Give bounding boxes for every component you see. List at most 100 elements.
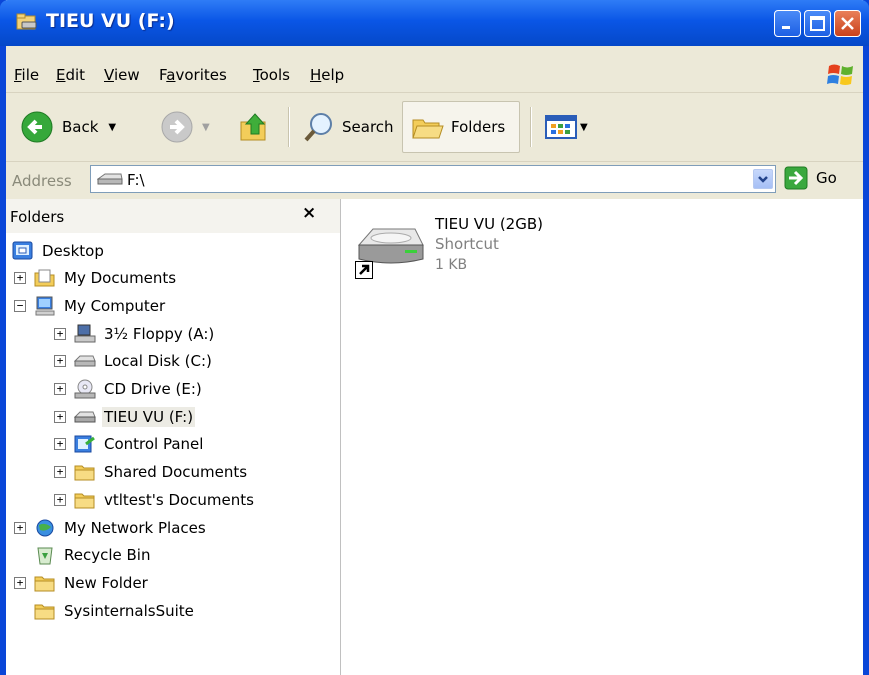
folder-icon: [34, 573, 56, 593]
title-bar[interactable]: TIEU VU (F:): [0, 0, 869, 46]
expand-icon[interactable]: +: [54, 438, 66, 451]
tree-item[interactable]: + TIEU VU (F:): [54, 403, 196, 430]
forward-arrow-icon: [161, 111, 193, 143]
expand-icon[interactable]: +: [54, 355, 66, 368]
file-type: Shortcut: [435, 235, 499, 253]
file-size: 1 KB: [435, 257, 468, 273]
my-computer-icon: [34, 296, 56, 316]
go-label: Go: [816, 169, 837, 187]
removable-drive-icon: [97, 173, 123, 185]
address-value: F:\: [127, 171, 145, 189]
folders-icon: [412, 119, 444, 139]
menu-file[interactable]: File: [14, 66, 39, 84]
forward-dropdown-icon[interactable]: ▼: [202, 122, 210, 133]
expand-icon[interactable]: +: [14, 521, 26, 534]
shortcut-arrow-icon: [355, 261, 373, 279]
tree-item-label: My Network Places: [64, 518, 206, 537]
address-label: Address: [12, 172, 72, 190]
folder-icon: [74, 490, 96, 510]
address-dropdown-button[interactable]: [753, 169, 773, 189]
tree-item-label: SysinternalsSuite: [64, 601, 194, 620]
tree-item[interactable]: + Shared Documents: [54, 459, 249, 486]
chevron-down-icon: [758, 176, 768, 183]
folders-pane: Folders × Desktop + My Documents − My Comput…: [6, 199, 341, 675]
views-icon: [545, 115, 577, 139]
go-arrow-icon: [784, 166, 808, 190]
minimize-icon: [782, 26, 790, 29]
tree-item[interactable]: SysinternalsSuite: [14, 597, 196, 624]
folders-button[interactable]: Folders: [402, 101, 520, 153]
folder-icon: [34, 601, 56, 621]
tree-item[interactable]: + My Network Places: [14, 514, 208, 541]
tree-item-label: Shared Documents: [104, 463, 248, 482]
tree-item-label: My Computer: [64, 296, 166, 315]
back-arrow-icon: [21, 111, 53, 143]
folder-drive-icon: [16, 13, 37, 30]
my-documents-icon: [34, 268, 56, 288]
views-dropdown-icon[interactable]: ▼: [580, 122, 588, 133]
window-title: TIEU VU (F:): [46, 10, 175, 32]
menu-edit[interactable]: Edit: [56, 66, 85, 84]
views-button[interactable]: ▼: [544, 101, 588, 153]
control-panel-icon: [74, 434, 96, 454]
expand-icon[interactable]: +: [14, 272, 26, 285]
menu-help[interactable]: Help: [310, 66, 344, 84]
windows-logo-icon: [827, 64, 853, 85]
go-button[interactable]: Go: [784, 166, 837, 190]
minimize-button[interactable]: [774, 10, 801, 37]
tree-item[interactable]: + New Folder: [14, 569, 150, 596]
menu-favorites[interactable]: Favorites: [159, 66, 227, 84]
tree-item[interactable]: Desktop: [12, 237, 106, 264]
close-pane-button[interactable]: ×: [302, 203, 316, 223]
back-label: Back: [62, 118, 99, 136]
expand-icon[interactable]: +: [54, 410, 66, 423]
network-places-icon: [34, 518, 56, 538]
tree-item[interactable]: − My Computer: [14, 292, 167, 319]
up-button[interactable]: [238, 101, 272, 153]
file-name: TIEU VU (2GB): [435, 215, 543, 233]
tree-item-label: TIEU VU (F:): [102, 406, 196, 427]
expand-icon[interactable]: +: [54, 466, 66, 479]
toolbar-separator: [530, 107, 532, 147]
tree-item[interactable]: + Control Panel: [54, 431, 205, 458]
file-item[interactable]: TIEU VU (2GB) Shortcut 1 KB: [347, 213, 647, 303]
explorer-window: TIEU VU (F:) File Edit View Favorites To…: [0, 0, 869, 675]
menu-tools[interactable]: Tools: [253, 66, 290, 84]
expand-icon[interactable]: +: [54, 327, 66, 340]
recycle-bin-icon: [34, 545, 56, 565]
standard-toolbar: Back ▼ ▼ Search Folders ▼: [6, 93, 863, 162]
maximize-button[interactable]: [804, 10, 831, 37]
file-list: TIEU VU (2GB) Shortcut 1 KB: [341, 199, 863, 675]
close-icon: [841, 17, 854, 30]
menu-bar: File Edit View Favorites Tools Help: [6, 46, 863, 93]
tree-item-label: Recycle Bin: [64, 546, 151, 565]
back-button[interactable]: Back ▼: [20, 101, 116, 153]
forward-button[interactable]: ▼: [160, 101, 210, 153]
toolbar-separator: [288, 107, 290, 147]
tree-item[interactable]: + vtltest's Documents: [54, 486, 256, 513]
tree-item[interactable]: +3½ Floppy (A:): [54, 320, 216, 347]
maximize-icon: [810, 16, 825, 31]
desktop-icon: [12, 241, 34, 261]
expand-icon[interactable]: +: [54, 383, 66, 395]
tree-item-label: My Documents: [64, 269, 177, 288]
tree-item[interactable]: + My Documents: [14, 265, 178, 292]
expand-icon[interactable]: +: [54, 493, 66, 506]
cd-drive-icon: [74, 379, 96, 399]
close-button[interactable]: [834, 10, 861, 37]
tree-item[interactable]: + CD Drive (E:): [54, 376, 204, 403]
tree-item[interactable]: Recycle Bin: [14, 542, 152, 569]
search-icon: [304, 113, 332, 142]
back-dropdown-icon[interactable]: ▼: [108, 122, 116, 133]
tree-item[interactable]: + Local Disk (C:): [54, 348, 214, 375]
tree-item-label: CD Drive (E:): [104, 380, 202, 398]
folder-icon: [74, 462, 96, 482]
address-input[interactable]: F:\: [90, 165, 776, 193]
collapse-icon[interactable]: −: [14, 299, 26, 312]
tree-item-label: Control Panel: [104, 435, 204, 454]
menu-view[interactable]: View: [104, 66, 140, 84]
expand-icon[interactable]: +: [14, 576, 26, 589]
search-button[interactable]: Search: [302, 101, 394, 153]
tree-item-label: vtltest's Documents: [104, 490, 254, 509]
folders-label: Folders: [451, 118, 506, 136]
